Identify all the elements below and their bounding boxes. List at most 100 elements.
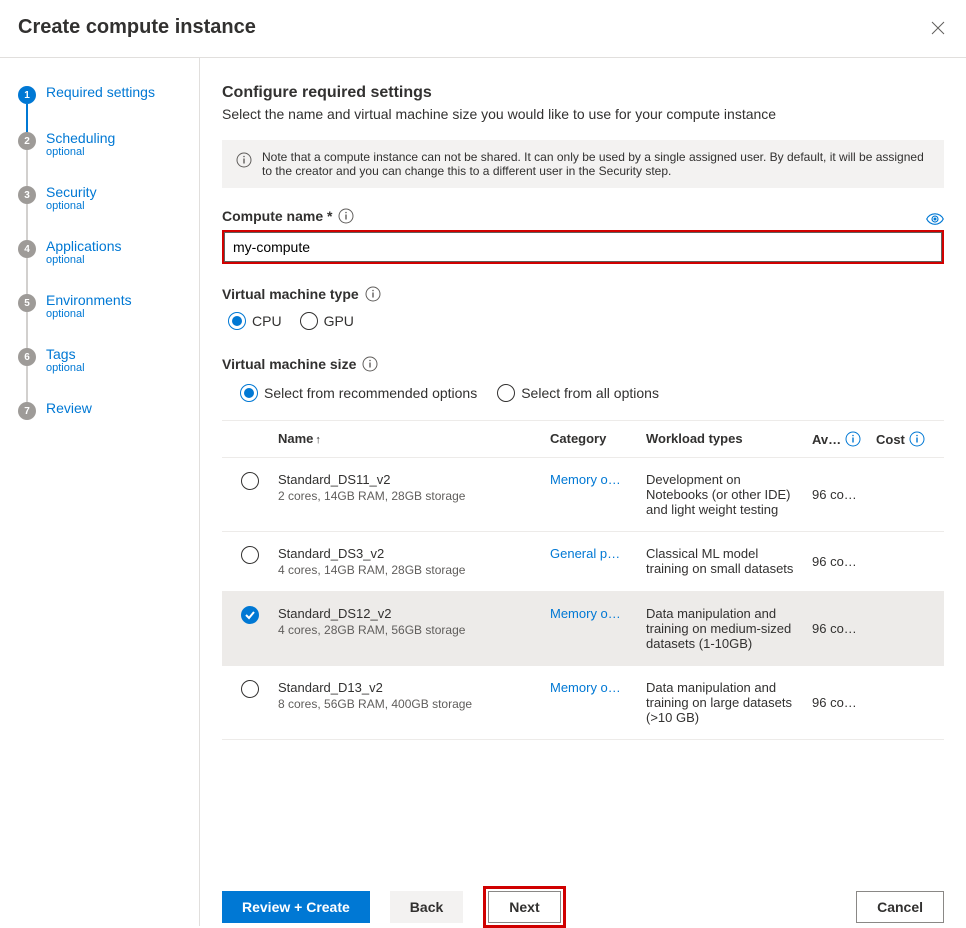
- col-header-workload[interactable]: Workload types: [646, 431, 812, 447]
- step-connector: [26, 150, 28, 188]
- vm-size-table: Name↑ Category Workload types Av… Cost S…: [222, 420, 944, 740]
- wizard-step-review[interactable]: 7 Review: [18, 402, 199, 448]
- vm-spec: 2 cores, 14GB RAM, 28GB storage: [278, 489, 550, 503]
- radio-icon: [497, 384, 515, 402]
- radio-icon: [300, 312, 318, 330]
- info-note: Note that a compute instance can not be …: [222, 140, 944, 188]
- info-icon: [236, 152, 252, 168]
- next-button[interactable]: Next: [488, 891, 560, 923]
- review-create-button[interactable]: Review + Create: [222, 891, 370, 923]
- close-button[interactable]: [930, 20, 946, 36]
- vm-size-all-radio[interactable]: Select from all options: [497, 384, 659, 402]
- step-title: Required settings: [46, 84, 155, 100]
- info-icon[interactable]: [338, 208, 354, 224]
- step-subtitle: optional: [46, 254, 122, 266]
- wizard-content: Configure required settings Select the n…: [200, 58, 966, 926]
- col-header-name[interactable]: Name↑: [278, 431, 550, 447]
- vm-availability: 96 co…: [812, 606, 876, 651]
- step-title: Tags: [46, 346, 85, 362]
- step-number-badge: 7: [18, 402, 36, 420]
- step-connector: [26, 258, 28, 296]
- vm-size-row[interactable]: Standard_DS3_v2 4 cores, 14GB RAM, 28GB s…: [222, 532, 944, 592]
- col-header-cost[interactable]: Cost: [876, 431, 940, 447]
- step-connector: [26, 366, 28, 404]
- info-icon[interactable]: [365, 286, 381, 302]
- step-number-badge: 6: [18, 348, 36, 366]
- step-title: Review: [46, 400, 92, 416]
- wizard-step-environments[interactable]: 5 Environmentsoptional: [18, 294, 199, 348]
- step-number-badge: 1: [18, 86, 36, 104]
- step-title: Security: [46, 184, 97, 200]
- info-icon: [845, 431, 861, 447]
- vm-size-row[interactable]: Standard_DS12_v2 4 cores, 28GB RAM, 56GB …: [222, 592, 944, 666]
- content-heading: Configure required settings: [222, 84, 944, 102]
- step-number-badge: 4: [18, 240, 36, 258]
- vm-size-row[interactable]: Standard_DS11_v2 2 cores, 14GB RAM, 28GB …: [222, 458, 944, 532]
- back-button[interactable]: Back: [390, 891, 463, 923]
- vm-workload: Data manipulation and training on medium…: [646, 606, 812, 651]
- vm-spec: 8 cores, 56GB RAM, 400GB storage: [278, 697, 550, 711]
- dialog-header: Create compute instance: [0, 0, 966, 58]
- radio-icon: [228, 312, 246, 330]
- vm-availability: 96 co…: [812, 546, 876, 577]
- vm-category-link[interactable]: General p…: [550, 546, 620, 561]
- check-icon: [241, 606, 259, 624]
- step-subtitle: optional: [46, 362, 85, 374]
- table-header-row: Name↑ Category Workload types Av… Cost: [222, 421, 944, 458]
- vm-category-link[interactable]: Memory o…: [550, 606, 621, 621]
- vm-availability: 96 co…: [812, 680, 876, 725]
- wizard-step-required-settings[interactable]: 1 Required settings: [18, 86, 199, 132]
- vm-category-link[interactable]: Memory o…: [550, 680, 621, 695]
- step-number-badge: 5: [18, 294, 36, 312]
- step-connector: [26, 204, 28, 242]
- wizard-step-scheduling[interactable]: 2 Schedulingoptional: [18, 132, 199, 186]
- info-icon[interactable]: [362, 356, 378, 372]
- vm-name: Standard_DS12_v2: [278, 606, 550, 621]
- wizard-step-applications[interactable]: 4 Applicationsoptional: [18, 240, 199, 294]
- radio-icon: [240, 384, 258, 402]
- sort-ascending-icon: ↑: [315, 434, 321, 446]
- wizard-step-security[interactable]: 3 Securityoptional: [18, 186, 199, 240]
- vm-type-gpu-radio[interactable]: GPU: [300, 312, 354, 330]
- close-icon: [930, 20, 946, 36]
- step-number-badge: 2: [18, 132, 36, 150]
- wizard-footer: Review + Create Back Next Cancel: [200, 871, 966, 928]
- info-note-text: Note that a compute instance can not be …: [262, 150, 930, 178]
- dialog-title: Create compute instance: [18, 16, 256, 39]
- info-icon: [909, 431, 925, 447]
- step-connector: [26, 104, 28, 134]
- vm-type-label: Virtual machine type: [222, 286, 944, 302]
- col-header-category[interactable]: Category: [550, 431, 646, 447]
- vm-size-label: Virtual machine size: [222, 356, 944, 372]
- step-connector: [26, 312, 28, 350]
- vm-size-recommended-radio[interactable]: Select from recommended options: [240, 384, 477, 402]
- step-title: Environments: [46, 292, 132, 308]
- step-subtitle: optional: [46, 200, 97, 212]
- preview-icon[interactable]: [926, 210, 944, 228]
- vm-name: Standard_DS3_v2: [278, 546, 550, 561]
- step-subtitle: optional: [46, 308, 132, 320]
- radio-icon: [241, 546, 259, 564]
- wizard-sidebar: 1Required settings2Schedulingoptional3Se…: [0, 58, 200, 926]
- vm-name: Standard_D13_v2: [278, 680, 550, 695]
- col-header-avail[interactable]: Av…: [812, 431, 876, 447]
- compute-name-input[interactable]: [224, 232, 942, 262]
- vm-size-row[interactable]: Standard_D13_v2 8 cores, 56GB RAM, 400GB …: [222, 666, 944, 740]
- content-subtitle: Select the name and virtual machine size…: [222, 106, 944, 122]
- vm-spec: 4 cores, 14GB RAM, 28GB storage: [278, 563, 550, 577]
- step-subtitle: optional: [46, 146, 115, 158]
- radio-icon: [241, 472, 259, 490]
- wizard-step-tags[interactable]: 6 Tagsoptional: [18, 348, 199, 402]
- vm-spec: 4 cores, 28GB RAM, 56GB storage: [278, 623, 550, 637]
- vm-workload: Classical ML model training on small dat…: [646, 546, 812, 577]
- cancel-button[interactable]: Cancel: [856, 891, 944, 923]
- radio-icon: [241, 680, 259, 698]
- vm-name: Standard_DS11_v2: [278, 472, 550, 487]
- vm-type-cpu-radio[interactable]: CPU: [228, 312, 282, 330]
- vm-category-link[interactable]: Memory o…: [550, 472, 621, 487]
- step-number-badge: 3: [18, 186, 36, 204]
- vm-workload: Development on Notebooks (or other IDE) …: [646, 472, 812, 517]
- vm-availability: 96 co…: [812, 472, 876, 517]
- step-title: Applications: [46, 238, 122, 254]
- step-title: Scheduling: [46, 130, 115, 146]
